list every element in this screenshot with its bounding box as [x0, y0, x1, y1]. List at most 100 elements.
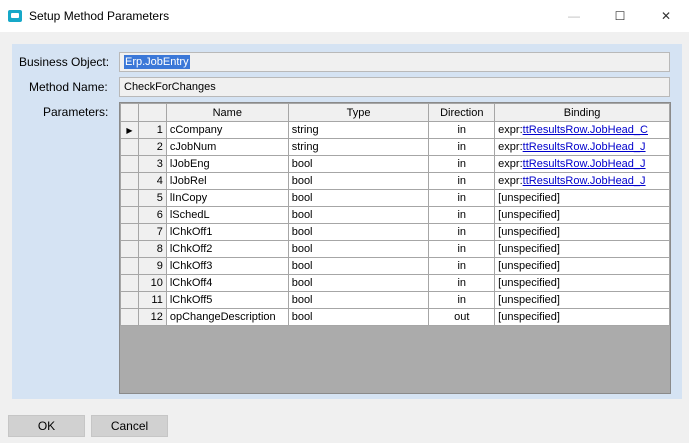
name-cell[interactable]: lChkOff3 [165, 257, 289, 275]
table-row[interactable]: 8 lChkOff2 bool in [unspecified] [120, 240, 670, 258]
name-cell[interactable]: cJobNum [165, 138, 289, 156]
minimize-button[interactable]: — [551, 0, 597, 32]
name-cell[interactable]: lChkOff1 [165, 223, 289, 241]
type-cell[interactable]: string [287, 121, 430, 139]
type-cell[interactable]: bool [287, 172, 430, 190]
binding-prefix: expr: [498, 158, 523, 170]
direction-cell[interactable]: in [428, 274, 496, 292]
name-cell[interactable]: lChkOff4 [165, 274, 289, 292]
binding-link[interactable]: ttResultsRow.JobHead_J [523, 141, 646, 153]
parameters-grid[interactable]: Name Type Direction Binding ▶ 1 cCompany st… [119, 102, 671, 394]
method-name-field[interactable]: CheckForChanges [119, 77, 670, 97]
table-row[interactable]: ▶ 1 cCompany string in expr:ttResultsRow.JobH… [120, 121, 670, 139]
column-header-direction[interactable]: Direction [428, 103, 496, 122]
name-cell[interactable]: lJobEng [165, 155, 289, 173]
binding-cell[interactable]: [unspecified] [494, 223, 670, 241]
direction-cell[interactable]: in [428, 240, 496, 258]
row-number-cell: 5 [137, 189, 167, 207]
type-cell[interactable]: bool [287, 308, 430, 326]
row-indicator-cell [120, 291, 139, 309]
binding-cell[interactable]: [unspecified] [494, 291, 670, 309]
type-cell[interactable]: bool [287, 206, 430, 224]
table-row[interactable]: 2 cJobNum string in expr:ttResultsRow.JobHea… [120, 138, 670, 156]
table-row[interactable]: 7 lChkOff1 bool in [unspecified] [120, 223, 670, 241]
table-row[interactable]: 5 lInCopy bool in [unspecified] [120, 189, 670, 207]
name-cell[interactable]: opChangeDescription [165, 308, 289, 326]
binding-link[interactable]: ttResultsRow.JobHead_J [523, 158, 646, 170]
type-cell[interactable]: bool [287, 223, 430, 241]
row-indicator-cell [120, 206, 139, 224]
table-row[interactable]: 3 lJobEng bool in expr:ttResultsRow.JobHead_… [120, 155, 670, 173]
binding-link[interactable]: ttResultsRow.JobHead_C [523, 124, 648, 136]
direction-cell[interactable]: out [428, 308, 496, 326]
name-cell[interactable]: lChkOff5 [165, 291, 289, 309]
maximize-button[interactable]: ☐ [597, 0, 643, 32]
name-cell[interactable]: lChkOff2 [165, 240, 289, 258]
column-header-binding[interactable]: Binding [494, 103, 670, 122]
cancel-button[interactable]: Cancel [91, 415, 168, 437]
table-row[interactable]: 4 lJobRel bool in expr:ttResultsRow.JobHead_… [120, 172, 670, 190]
row-indicator-cell [120, 274, 139, 292]
row-number-cell: 7 [137, 223, 167, 241]
table-row[interactable]: 9 lChkOff3 bool in [unspecified] [120, 257, 670, 275]
row-number-cell: 9 [137, 257, 167, 275]
table-row[interactable]: 12 opChangeDescription bool out [unspecified… [120, 308, 670, 326]
type-cell[interactable]: bool [287, 240, 430, 258]
ok-button[interactable]: OK [8, 415, 85, 437]
type-cell[interactable]: bool [287, 155, 430, 173]
name-cell[interactable]: lSchedL [165, 206, 289, 224]
type-cell[interactable]: string [287, 138, 430, 156]
column-header-type[interactable]: Type [287, 103, 430, 122]
direction-cell[interactable]: in [428, 223, 496, 241]
direction-cell[interactable]: in [428, 189, 496, 207]
row-indicator-cell [120, 240, 139, 258]
row-number-cell: 10 [137, 274, 167, 292]
name-cell[interactable]: lJobRel [165, 172, 289, 190]
direction-cell[interactable]: in [428, 257, 496, 275]
binding-cell[interactable]: [unspecified] [494, 240, 670, 258]
row-indicator-cell [120, 155, 139, 173]
binding-prefix: expr: [498, 175, 523, 187]
binding-cell[interactable]: [unspecified] [494, 206, 670, 224]
table-row[interactable]: 11 lChkOff5 bool in [unspecified] [120, 291, 670, 309]
close-button[interactable]: ✕ [643, 0, 689, 32]
row-number-header [137, 103, 167, 122]
binding-cell[interactable]: [unspecified] [494, 274, 670, 292]
binding-cell[interactable]: [unspecified] [494, 189, 670, 207]
binding-cell[interactable]: expr:ttResultsRow.JobHead_J [494, 172, 670, 190]
direction-cell[interactable]: in [428, 138, 496, 156]
binding-cell[interactable]: [unspecified] [494, 308, 670, 326]
binding-cell[interactable]: expr:ttResultsRow.JobHead_C [494, 121, 670, 139]
column-header-name[interactable]: Name [165, 103, 289, 122]
binding-cell[interactable]: expr:ttResultsRow.JobHead_J [494, 138, 670, 156]
direction-cell[interactable]: in [428, 291, 496, 309]
parameters-label: Parameters: [43, 105, 109, 119]
row-indicator-cell [120, 138, 139, 156]
business-object-field[interactable]: Erp.JobEntry [119, 52, 670, 72]
type-cell[interactable]: bool [287, 274, 430, 292]
method-name-label: Method Name: [29, 80, 108, 94]
table-row[interactable]: 6 lSchedL bool in [unspecified] [120, 206, 670, 224]
name-cell[interactable]: lInCopy [165, 189, 289, 207]
type-cell[interactable]: bool [287, 291, 430, 309]
row-number-cell: 11 [137, 291, 167, 309]
binding-cell[interactable]: expr:ttResultsRow.JobHead_J [494, 155, 670, 173]
type-cell[interactable]: bool [287, 257, 430, 275]
title-bar[interactable]: Setup Method Parameters — ☐ ✕ [0, 0, 689, 32]
table-row[interactable]: 10 lChkOff4 bool in [unspecified] [120, 274, 670, 292]
row-number-cell: 8 [137, 240, 167, 258]
binding-cell[interactable]: [unspecified] [494, 257, 670, 275]
grid-header-row: Name Type Direction Binding [120, 103, 670, 122]
name-cell[interactable]: cCompany [165, 121, 289, 139]
direction-cell[interactable]: in [428, 172, 496, 190]
binding-link[interactable]: ttResultsRow.JobHead_J [523, 175, 646, 187]
binding-prefix: expr: [498, 141, 523, 153]
direction-cell[interactable]: in [428, 206, 496, 224]
row-indicator-header [120, 103, 139, 122]
direction-cell[interactable]: in [428, 155, 496, 173]
row-indicator-cell [120, 172, 139, 190]
row-number-cell: 3 [137, 155, 167, 173]
type-cell[interactable]: bool [287, 189, 430, 207]
row-indicator-cell [120, 189, 139, 207]
direction-cell[interactable]: in [428, 121, 496, 139]
